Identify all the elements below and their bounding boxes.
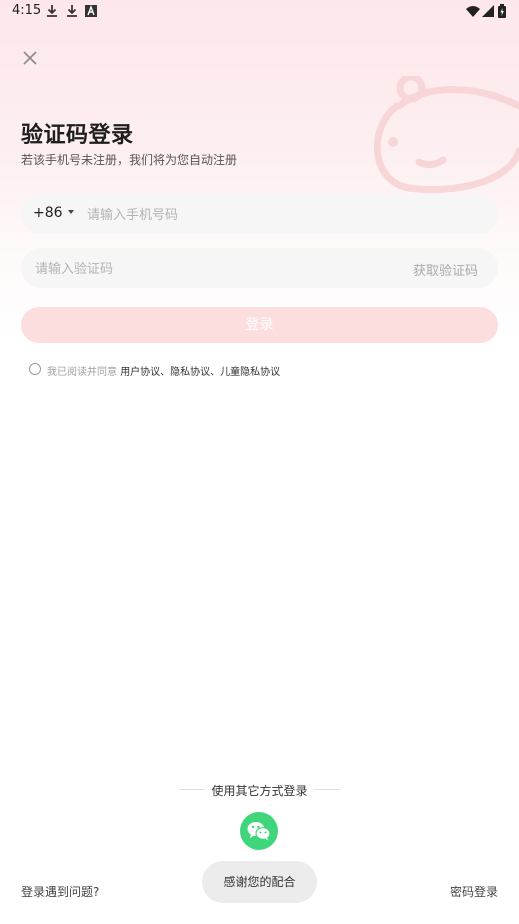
agreement-radio[interactable] <box>29 363 41 375</box>
login-button[interactable]: 登录 <box>21 307 498 343</box>
country-code-label: +86 <box>33 205 63 221</box>
page-title: 验证码登录 <box>21 123 134 148</box>
download-icon <box>47 5 57 17</box>
code-input[interactable] <box>33 248 397 290</box>
caret-down-icon <box>67 210 74 214</box>
status-bar: 4:15 <box>0 0 519 24</box>
wechat-login-button[interactable] <box>240 812 278 850</box>
phone-input[interactable] <box>85 194 479 236</box>
close-icon[interactable] <box>18 46 42 70</box>
battery-icon <box>498 4 506 18</box>
country-code-selector[interactable]: +86 <box>33 205 74 221</box>
mascot-illustration <box>373 76 519 194</box>
page-subtitle: 若该手机号未注册，我们将为您自动注册 <box>21 153 238 167</box>
cell-signal-icon <box>482 5 494 17</box>
code-field: 获取验证码 <box>21 248 498 290</box>
toast-message: 感谢您的配合 <box>202 861 317 903</box>
status-time: 4:15 <box>12 3 42 18</box>
password-login-link[interactable]: 密码登录 <box>450 883 498 900</box>
font-a-icon <box>85 5 97 17</box>
wechat-icon <box>247 822 271 841</box>
wifi-icon <box>466 6 480 17</box>
agreement-links[interactable]: 用户协议、隐私协议、儿童隐私协议 <box>120 367 280 378</box>
agreement-prefix: 我已阅读并同意 <box>47 367 117 378</box>
agreement-text: 我已阅读并同意 用户协议、隐私协议、儿童隐私协议 <box>47 363 280 378</box>
download-icon <box>67 5 77 17</box>
other-methods-label-row: 使用其它方式登录 <box>0 782 519 799</box>
login-trouble-link[interactable]: 登录遇到问题? <box>21 883 99 900</box>
phone-field: +86 <box>21 194 498 236</box>
get-code-button[interactable]: 获取验证码 <box>413 260 478 279</box>
other-methods-label: 使用其它方式登录 <box>205 784 314 798</box>
